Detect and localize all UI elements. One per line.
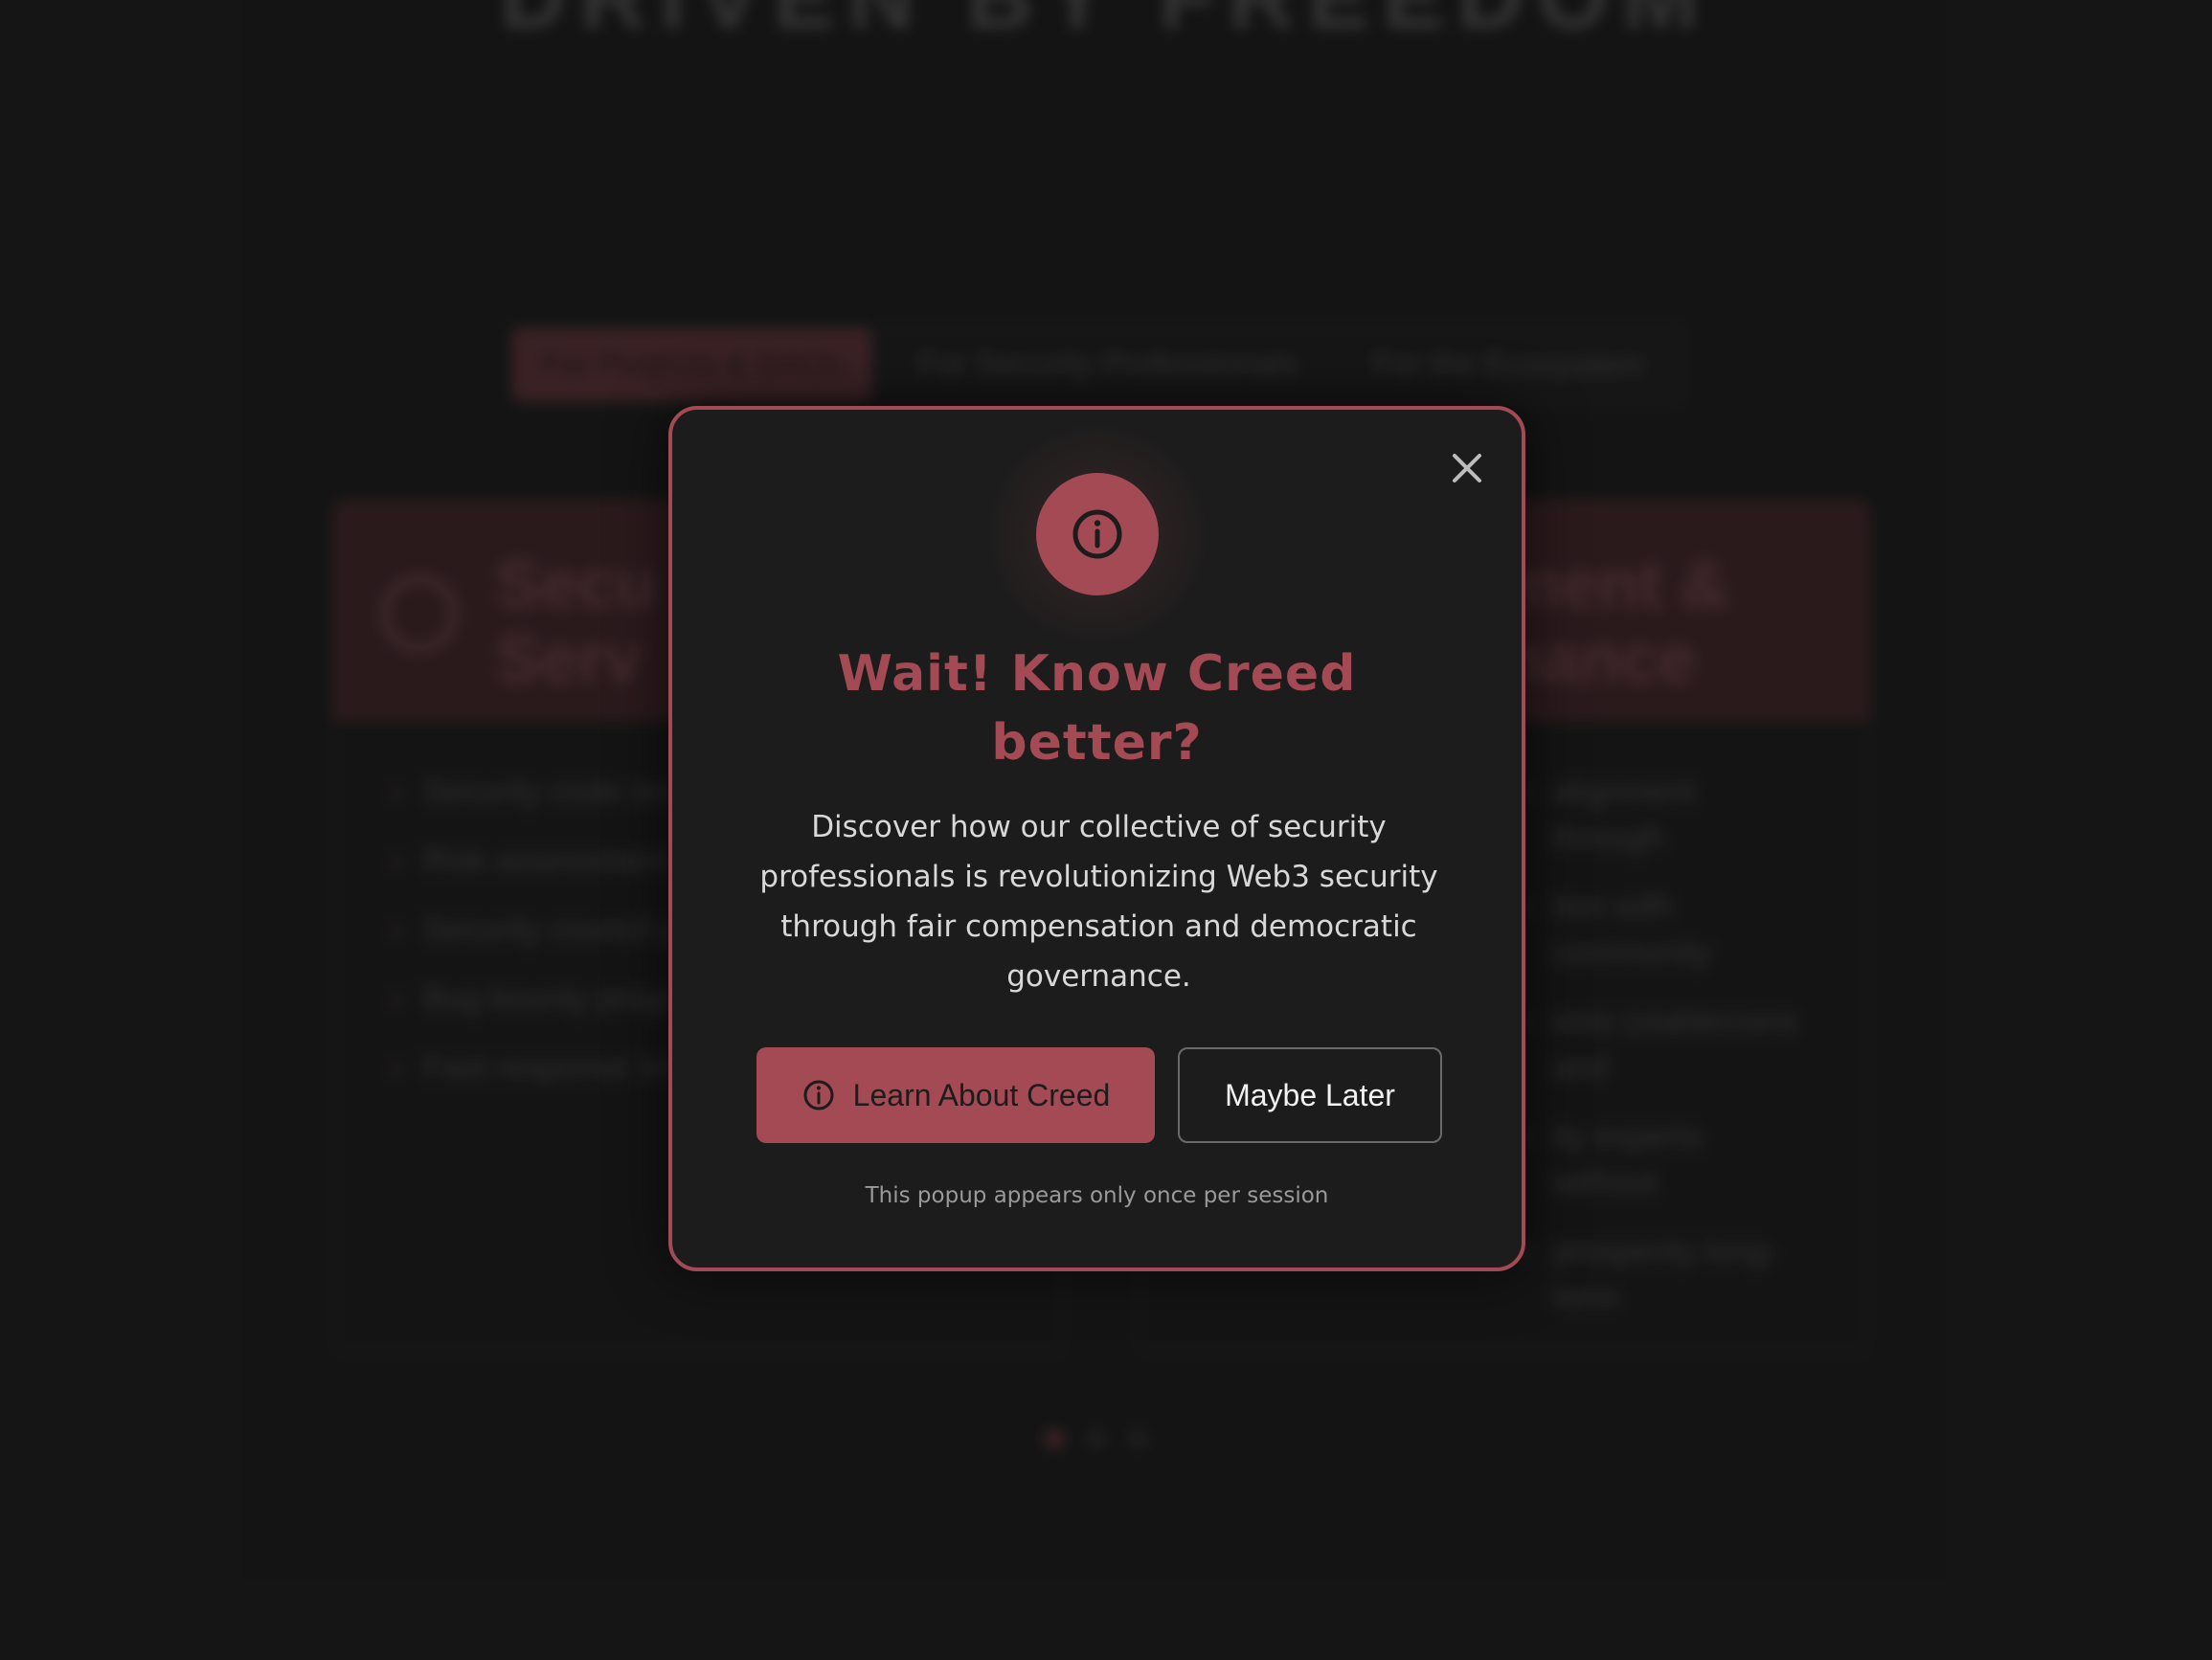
maybe-later-button[interactable]: Maybe Later [1178, 1047, 1442, 1143]
info-icon [1072, 509, 1121, 559]
modal-title-line: better? [991, 714, 1203, 772]
close-icon [1453, 454, 1481, 482]
learn-about-creed-button[interactable]: Learn About Creed [756, 1047, 1155, 1143]
learn-about-creed-label: Learn About Creed [852, 1077, 1111, 1112]
modal-title: Wait! Know Creed better? [672, 639, 1522, 777]
maybe-later-label: Maybe Later [1225, 1077, 1395, 1112]
info-badge [1035, 473, 1159, 595]
modal-description: Discover how our collective of security … [758, 802, 1439, 1001]
modal-description-line: through fair compensation and democratic [780, 909, 1417, 944]
close-button[interactable] [1443, 444, 1491, 492]
info-icon [803, 1080, 834, 1110]
popup-footnote: This popup appears only once per session [865, 1183, 1329, 1208]
modal-title-line: Wait! Know Creed [837, 645, 1357, 703]
modal-description-line: Discover how our collective of security [811, 810, 1387, 844]
modal-description-line: governance. [1006, 959, 1191, 994]
creed-popup-modal: Wait! Know Creed better? Discover how ou… [668, 406, 1525, 1271]
modal-description-line: professionals is revolutionizing Web3 se… [759, 860, 1438, 894]
